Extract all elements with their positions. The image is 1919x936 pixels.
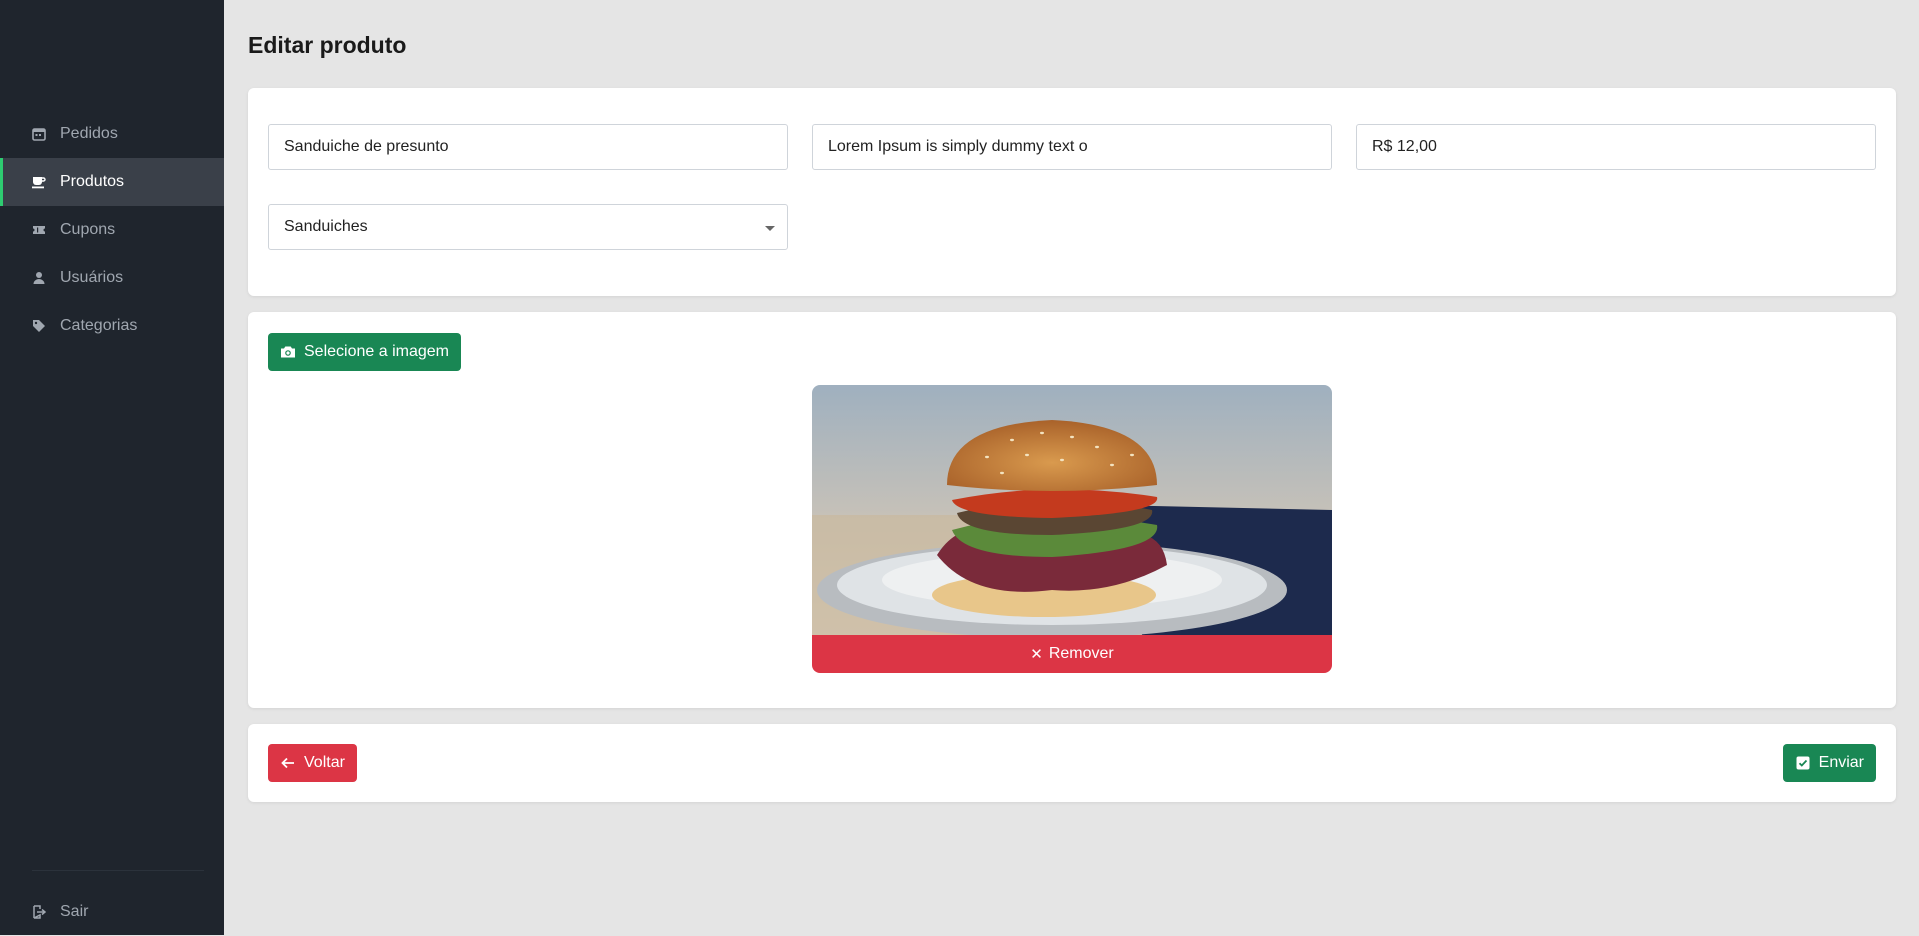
page-title: Editar produto — [248, 32, 407, 58]
arrow-left-icon — [280, 755, 296, 771]
remove-image-button[interactable]: ✕ Remover — [812, 635, 1332, 673]
select-image-button[interactable]: Selecione a imagem — [268, 333, 461, 371]
logout-label: Sair — [60, 903, 89, 920]
calendar-icon — [32, 127, 46, 141]
select-image-label: Selecione a imagem — [304, 343, 449, 360]
chevron-down-icon — [765, 226, 775, 231]
logout-button[interactable]: Sair — [0, 888, 224, 936]
check-square-icon — [1795, 755, 1811, 771]
sidebar-nav: Pedidos Produtos Cupons Usuários Categor… — [0, 110, 224, 350]
sidebar-divider — [32, 870, 204, 871]
image-card: Selecione a imagem ✕ Remover — [248, 312, 1896, 708]
send-button[interactable]: Enviar — [1782, 744, 1876, 782]
sidebar-item-produtos[interactable]: Produtos — [0, 158, 224, 206]
sidebar: Pedidos Produtos Cupons Usuários Categor… — [0, 0, 224, 935]
product-details-card: Sanduiche de presunto Lorem Ipsum is sim… — [248, 88, 1896, 296]
logout-icon — [32, 905, 46, 919]
sidebar-item-usuarios[interactable]: Usuários — [0, 254, 224, 302]
category-select-value: Sanduiches — [284, 218, 368, 235]
sidebar-item-cupons[interactable]: Cupons — [0, 206, 224, 254]
sidebar-item-label: Pedidos — [60, 125, 118, 142]
sidebar-item-label: Produtos — [60, 173, 125, 190]
sidebar-item-categorias[interactable]: Categorias — [0, 302, 224, 350]
sidebar-item-label: Usuários — [60, 269, 124, 286]
sidebar-item-label: Categorias — [60, 317, 138, 334]
category-select[interactable]: Sanduiches — [268, 204, 788, 250]
product-image-preview: ✕ Remover — [812, 385, 1332, 673]
back-label: Voltar — [304, 754, 345, 771]
actions-card: Voltar Enviar — [248, 724, 1896, 802]
product-image — [812, 385, 1332, 635]
name-input[interactable]: Sanduiche de presunto — [268, 124, 788, 170]
sidebar-item-pedidos[interactable]: Pedidos — [0, 110, 224, 158]
ticket-icon — [32, 223, 46, 237]
price-input[interactable]: R$ 12,00 — [1356, 124, 1876, 170]
user-icon — [32, 271, 46, 285]
back-button[interactable]: Voltar — [268, 744, 357, 782]
description-input[interactable]: Lorem Ipsum is simply dummy text o — [812, 124, 1332, 170]
camera-icon — [280, 344, 296, 360]
send-label: Enviar — [1818, 754, 1864, 771]
tag-icon — [32, 319, 46, 333]
sidebar-item-label: Cupons — [60, 221, 116, 238]
close-icon: ✕ — [1030, 646, 1043, 663]
remove-image-label: Remover — [1048, 645, 1114, 662]
coffee-icon — [32, 175, 46, 189]
